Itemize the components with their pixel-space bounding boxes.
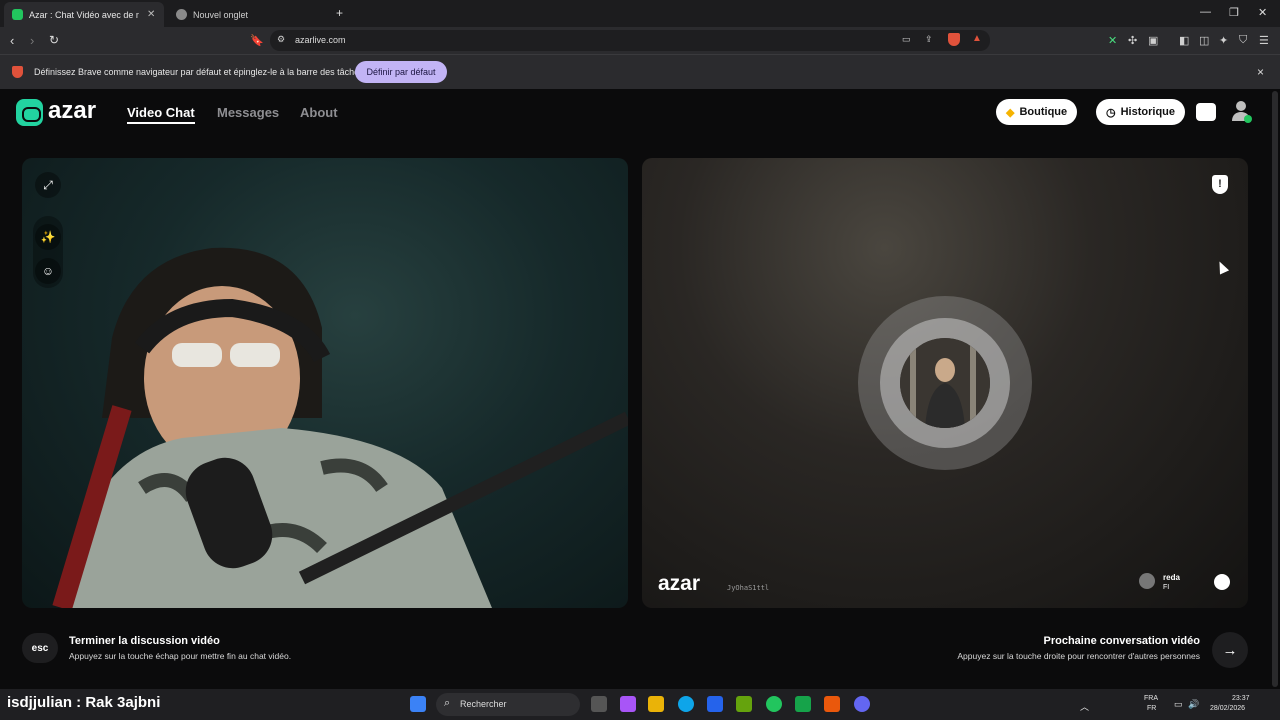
scroll-thumb[interactable] bbox=[1272, 91, 1278, 687]
brave-shield-icon bbox=[12, 66, 23, 78]
azar-favicon-icon bbox=[12, 9, 23, 20]
forward-icon[interactable]: › bbox=[30, 33, 34, 48]
clock-icon: ◷ bbox=[1106, 106, 1116, 119]
tab-azar[interactable]: Azar : Chat Vidéo avec de no ✕ bbox=[4, 2, 164, 27]
close-tab-icon[interactable]: ✕ bbox=[147, 9, 155, 20]
shield-favicon-icon bbox=[176, 9, 187, 20]
profile-avatar-icon[interactable] bbox=[1230, 99, 1252, 123]
search-icon: ⌕ bbox=[444, 697, 451, 709]
local-video: ⤢ ✨ ☺ bbox=[22, 158, 628, 608]
gem-icon: ◆ bbox=[1006, 106, 1015, 119]
windows-start-icon[interactable] bbox=[410, 696, 426, 712]
inbox-icon[interactable] bbox=[1196, 103, 1216, 121]
browser-tab-bar: Azar : Chat Vidéo avec de no ✕ Nouvel on… bbox=[0, 0, 1280, 27]
next-chat-button[interactable]: → bbox=[1212, 632, 1248, 668]
local-video-frame bbox=[52, 247, 628, 608]
tab-new[interactable]: Nouvel onglet bbox=[168, 2, 328, 27]
menu-icon[interactable]: ☰ bbox=[1259, 34, 1269, 47]
set-default-button[interactable]: Définir par défaut bbox=[355, 61, 447, 83]
watermark-id: JyOhaS1ttl bbox=[727, 584, 770, 592]
extension-icon[interactable]: ✕ bbox=[1108, 34, 1117, 47]
azar-page: azar Video Chat Messages About ◆ Boutiqu… bbox=[0, 89, 1280, 689]
volume-icon[interactable]: 🔊 bbox=[1188, 699, 1199, 710]
infobar-message: Définissez Brave comme navigateur par dé… bbox=[34, 67, 364, 77]
tab-groups-icon[interactable]: ▣ bbox=[1148, 34, 1158, 47]
peer-country: FI bbox=[1163, 584, 1170, 591]
taskbar-search[interactable]: ⌕ Rechercher bbox=[436, 693, 580, 716]
reload-icon[interactable]: ↻ bbox=[49, 33, 59, 47]
windows-taskbar: isdjjulian : Rak 3ajbni ⌕ Rechercher ︿ F… bbox=[0, 689, 1280, 720]
bookmark-icon[interactable]: 🔖 bbox=[250, 34, 264, 47]
clock-date[interactable]: 28/02/2026 bbox=[1210, 705, 1245, 712]
task-view-icon[interactable] bbox=[591, 696, 607, 712]
discord-icon[interactable] bbox=[854, 696, 870, 712]
address-toolbar: ‹ › ↻ 🔖 ⚙ azarlive.com ▭ ⇪ ▲ ✕ ✣ ▣ ◧ ◫ ✦… bbox=[0, 27, 1280, 54]
copilot-icon[interactable] bbox=[620, 696, 636, 712]
network-icon[interactable]: ▭ bbox=[1174, 699, 1183, 710]
azar-logo-icon[interactable] bbox=[16, 99, 43, 126]
shop-button[interactable]: ◆ Boutique bbox=[996, 99, 1078, 125]
azar-watermark: azar bbox=[658, 572, 701, 595]
app-green-icon[interactable] bbox=[795, 696, 811, 712]
remote-video: ! azar JyOhaS1ttl reda FI bbox=[642, 158, 1248, 608]
url-field[interactable]: ⚙ azarlive.com ▭ ⇪ ▲ bbox=[270, 30, 990, 51]
infobar-close-icon[interactable]: × bbox=[1257, 65, 1264, 79]
tab-label: Nouvel onglet bbox=[193, 9, 249, 20]
minimize-icon[interactable]: — bbox=[1200, 6, 1211, 18]
default-browser-infobar: Définissez Brave comme navigateur par dé… bbox=[0, 54, 1280, 89]
peer-name[interactable]: reda bbox=[1163, 573, 1180, 582]
app-icon[interactable] bbox=[736, 696, 752, 712]
stream-overlay-text: isdjjulian : Rak 3ajbni bbox=[7, 694, 161, 711]
close-window-icon[interactable]: ✕ bbox=[1258, 6, 1267, 19]
nav-video-chat[interactable]: Video Chat bbox=[127, 105, 195, 124]
next-chat-title: Prochaine conversation vidéo bbox=[1043, 635, 1201, 647]
tray-chevron-icon[interactable]: ︿ bbox=[1080, 700, 1089, 713]
nav-messages[interactable]: Messages bbox=[217, 105, 279, 120]
brave-shield-icon[interactable] bbox=[948, 33, 960, 46]
report-shield-icon[interactable]: ! bbox=[1212, 175, 1228, 194]
extensions-puzzle-icon[interactable]: ✣ bbox=[1128, 34, 1137, 47]
page-scrollbar[interactable] bbox=[1270, 89, 1280, 689]
brave-rewards-icon[interactable]: ▲ bbox=[972, 33, 982, 44]
history-label: Historique bbox=[1120, 106, 1176, 118]
search-label: Rechercher bbox=[460, 699, 507, 709]
end-chat-description: Appuyez sur la touche échap pour mettre … bbox=[69, 651, 292, 661]
file-explorer-icon[interactable] bbox=[648, 696, 664, 712]
end-chat-title: Terminer la discussion vidéo bbox=[69, 635, 220, 647]
language-bottom[interactable]: FR bbox=[1147, 705, 1156, 712]
tab-label: Azar : Chat Vidéo avec de no bbox=[29, 9, 139, 20]
edge-icon[interactable] bbox=[678, 696, 694, 712]
chat-bubble-icon[interactable] bbox=[1214, 574, 1230, 590]
language-top[interactable]: FRA bbox=[1144, 695, 1158, 702]
store-icon[interactable] bbox=[707, 696, 723, 712]
end-chat-button[interactable]: esc bbox=[22, 633, 58, 663]
next-chat-description: Appuyez sur la touche droite pour rencon… bbox=[957, 651, 1200, 661]
back-icon[interactable]: ‹ bbox=[10, 33, 14, 48]
magic-effects-icon[interactable]: ✨ bbox=[35, 224, 61, 250]
restore-icon[interactable]: ❐ bbox=[1229, 6, 1239, 19]
clock-time[interactable]: 23:37 bbox=[1232, 695, 1250, 702]
new-tab-button[interactable]: + bbox=[336, 6, 343, 20]
face-filter-icon[interactable]: ☺ bbox=[35, 258, 61, 284]
share-icon[interactable]: ⇪ bbox=[925, 34, 933, 45]
shop-label: Boutique bbox=[1019, 106, 1068, 118]
cast-icon[interactable]: ▭ bbox=[902, 34, 911, 45]
peer-photo bbox=[900, 338, 990, 428]
azar-logo-text[interactable]: azar bbox=[48, 97, 96, 125]
url-text: azarlive.com bbox=[295, 35, 346, 45]
wallet-icon[interactable]: ◫ bbox=[1199, 34, 1209, 47]
site-info-icon[interactable]: ⚙ bbox=[277, 34, 285, 45]
expand-icon[interactable]: ⤢ bbox=[35, 172, 61, 198]
sidebar-icon[interactable]: ◧ bbox=[1179, 34, 1189, 47]
brave-taskbar-icon[interactable] bbox=[824, 696, 840, 712]
history-button[interactable]: ◷ Historique bbox=[1096, 99, 1186, 125]
nav-about[interactable]: About bbox=[300, 105, 338, 120]
whatsapp-icon[interactable] bbox=[766, 696, 782, 712]
vpn-icon[interactable]: ⛉ bbox=[1239, 34, 1247, 47]
leo-ai-icon[interactable]: ✦ bbox=[1219, 34, 1228, 47]
peer-avatar[interactable] bbox=[1139, 573, 1155, 589]
